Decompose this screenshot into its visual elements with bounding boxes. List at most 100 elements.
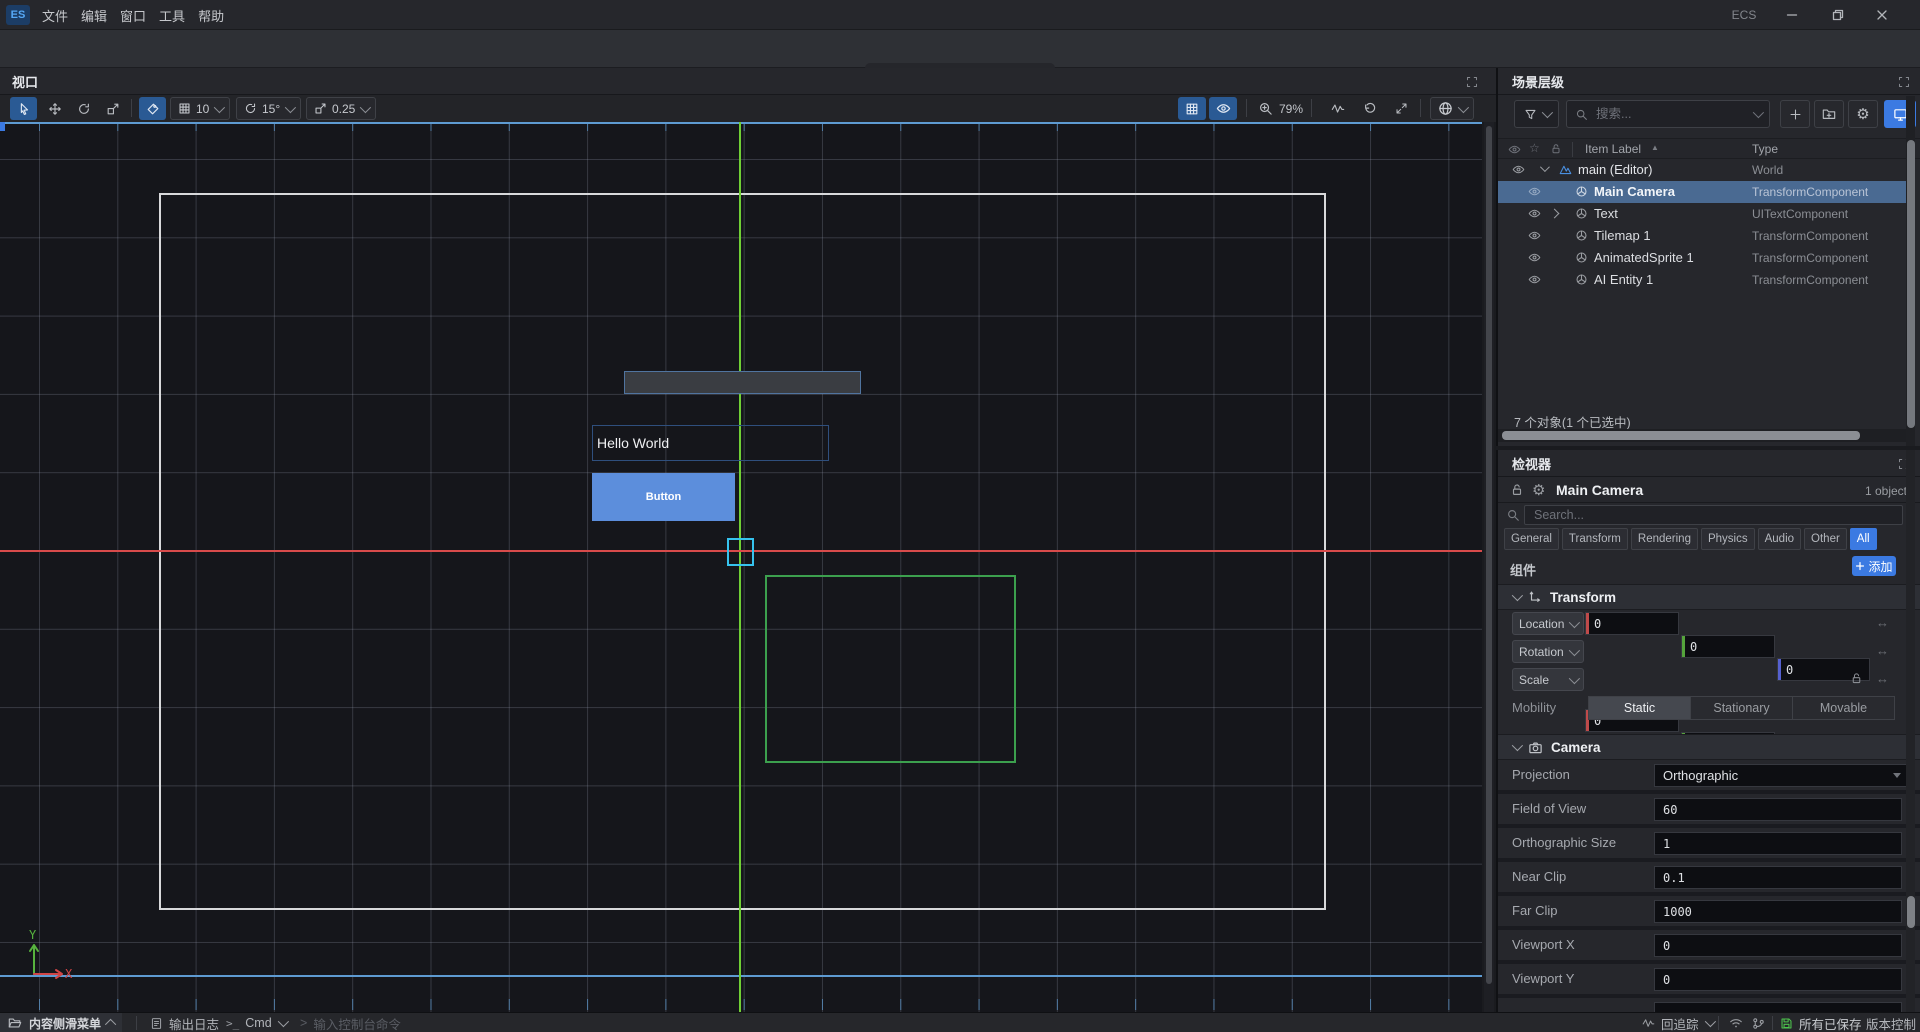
grid-snap-dropdown[interactable]: 10: [170, 97, 230, 120]
menu-tools[interactable]: 工具: [153, 0, 191, 30]
partial-input[interactable]: [1654, 1002, 1902, 1012]
content-drawer-button[interactable]: 内容侧滑菜单: [0, 1013, 122, 1032]
trace-dropdown[interactable]: 回追踪: [1642, 1013, 1713, 1032]
sprite-bounds-rect[interactable]: [765, 575, 1016, 763]
viewport-x-input[interactable]: 0: [1654, 934, 1902, 957]
tab-general[interactable]: General: [1504, 528, 1559, 550]
eye-icon[interactable]: [1528, 251, 1541, 264]
stats-button[interactable]: [1324, 97, 1351, 120]
tree-row-main[interactable]: main (Editor) World: [1498, 159, 1906, 181]
hierarchy-search[interactable]: [1566, 100, 1770, 128]
zoom-control[interactable]: 79%: [1258, 95, 1303, 122]
reset-view-button[interactable]: [1356, 97, 1383, 120]
visibility-toggle[interactable]: [1209, 97, 1237, 120]
inspector-scrollbar-thumb[interactable]: [1907, 896, 1915, 928]
output-log-button[interactable]: 输出日志: [150, 1013, 219, 1032]
eye-icon[interactable]: [1512, 163, 1525, 176]
scale-snap-dropdown[interactable]: 0.25: [306, 97, 376, 120]
near-clip-input[interactable]: 0.1: [1654, 866, 1902, 889]
button-object[interactable]: Button: [592, 473, 735, 521]
mobility-stationary[interactable]: Stationary: [1690, 697, 1792, 719]
rotation-axis-dropdown[interactable]: Rotation: [1512, 640, 1584, 663]
projection-dropdown[interactable]: Orthographic: [1654, 764, 1910, 787]
add-entity-button[interactable]: [1780, 100, 1810, 128]
lock-open-icon[interactable]: [1510, 483, 1524, 497]
text-object[interactable]: Hello World: [592, 425, 829, 461]
link-axes-icon[interactable]: ↔: [1876, 615, 1889, 630]
version-control-button[interactable]: 版本控制: [1866, 1013, 1916, 1032]
scale-axis-dropdown[interactable]: Scale: [1512, 668, 1584, 691]
maximize-button[interactable]: [1824, 0, 1852, 30]
cmd-dropdown[interactable]: >_ Cmd: [226, 1013, 286, 1032]
console-command-input[interactable]: > 输入控制台命令: [300, 1013, 401, 1032]
hierarchy-settings-button[interactable]: ⚙: [1848, 100, 1878, 128]
camera-section-header[interactable]: Camera: [1498, 734, 1920, 760]
link-axes-icon[interactable]: ↔: [1876, 671, 1889, 686]
snap-toggle-button[interactable]: [139, 97, 166, 120]
tree-row-ai-entity[interactable]: AI Entity 1 TransformComponent: [1498, 269, 1906, 291]
tab-all[interactable]: All: [1850, 528, 1877, 550]
network-status-button[interactable]: [1726, 1013, 1746, 1032]
hierarchy-expand-button[interactable]: [1890, 68, 1917, 95]
rotation-snap-dropdown[interactable]: 15°: [236, 97, 301, 120]
menu-edit[interactable]: 编辑: [75, 0, 113, 30]
eye-icon[interactable]: [1528, 185, 1541, 198]
sort-ascending-icon[interactable]: ▲: [1651, 143, 1659, 152]
transform-section-header[interactable]: Transform: [1498, 584, 1920, 610]
link-axes-icon[interactable]: ↔: [1876, 643, 1889, 658]
tree-row-animatedsprite[interactable]: AnimatedSprite 1 TransformComponent: [1498, 247, 1906, 269]
hierarchy-search-input[interactable]: [1594, 106, 1747, 122]
selected-entity-gizmo[interactable]: [727, 538, 754, 566]
viewport-scrollbar-thumb[interactable]: [1486, 126, 1492, 984]
viewport-expand-button[interactable]: [1458, 68, 1485, 95]
orthographic-size-input[interactable]: 1: [1654, 832, 1902, 855]
tree-row-tilemap[interactable]: Tilemap 1 TransformComponent: [1498, 225, 1906, 247]
chevron-right-icon[interactable]: [1550, 209, 1560, 219]
chevron-down-icon[interactable]: [1540, 162, 1550, 172]
version-branch-button[interactable]: [1748, 1013, 1768, 1032]
eye-icon[interactable]: [1528, 273, 1541, 286]
inspector-search[interactable]: [1524, 505, 1903, 525]
tilemap-object[interactable]: [624, 371, 861, 394]
tab-other[interactable]: Other: [1804, 528, 1847, 550]
hierarchy-hscrollbar[interactable]: [1498, 429, 1906, 442]
add-folder-button[interactable]: [1814, 100, 1844, 128]
viewport-y-input[interactable]: 0: [1654, 968, 1902, 991]
gear-icon[interactable]: ⚙: [1532, 481, 1545, 499]
hierarchy-scrollbar-thumb[interactable]: [1907, 140, 1915, 428]
column-item-label[interactable]: Item Label: [1585, 142, 1641, 156]
move-tool-button[interactable]: [41, 97, 68, 120]
scale-tool-button[interactable]: [99, 97, 126, 120]
hierarchy-hscrollbar-thumb[interactable]: [1502, 431, 1860, 440]
view-mode-dropdown[interactable]: [1430, 97, 1474, 120]
tab-physics[interactable]: Physics: [1701, 528, 1755, 550]
eye-icon[interactable]: [1528, 207, 1541, 220]
app-logo[interactable]: ES: [6, 5, 30, 25]
menu-window[interactable]: 窗口: [114, 0, 152, 30]
far-clip-input[interactable]: 1000: [1654, 900, 1902, 923]
tree-row-main-camera[interactable]: Main Camera TransformComponent: [1498, 181, 1906, 203]
location-x-input[interactable]: 0: [1585, 612, 1679, 635]
close-button[interactable]: [1868, 0, 1896, 30]
select-tool-button[interactable]: [10, 97, 37, 120]
location-y-input[interactable]: 0: [1681, 635, 1775, 658]
tab-transform[interactable]: Transform: [1562, 528, 1628, 550]
menu-file[interactable]: 文件: [36, 0, 74, 30]
scene-canvas[interactable]: Hello World Button Y X: [0, 122, 1482, 1012]
minimize-button[interactable]: [1778, 0, 1806, 30]
inspector-search-input[interactable]: [1532, 507, 1895, 523]
mobility-static[interactable]: Static: [1589, 697, 1690, 719]
add-component-button[interactable]: 添加: [1852, 556, 1896, 576]
show-grid-toggle[interactable]: [1178, 97, 1206, 120]
menu-help[interactable]: 帮助: [192, 0, 230, 30]
tab-rendering[interactable]: Rendering: [1631, 528, 1698, 550]
scale-lock-icon[interactable]: [1850, 672, 1863, 685]
mobility-movable[interactable]: Movable: [1792, 697, 1894, 719]
filter-dropdown[interactable]: [1514, 100, 1559, 128]
fullscreen-button[interactable]: [1388, 97, 1415, 120]
tree-row-text[interactable]: Text UITextComponent: [1498, 203, 1906, 225]
tab-audio[interactable]: Audio: [1758, 528, 1801, 550]
location-axis-dropdown[interactable]: Location: [1512, 612, 1584, 635]
field-of-view-input[interactable]: 60: [1654, 798, 1902, 821]
column-type[interactable]: Type: [1752, 142, 1778, 156]
